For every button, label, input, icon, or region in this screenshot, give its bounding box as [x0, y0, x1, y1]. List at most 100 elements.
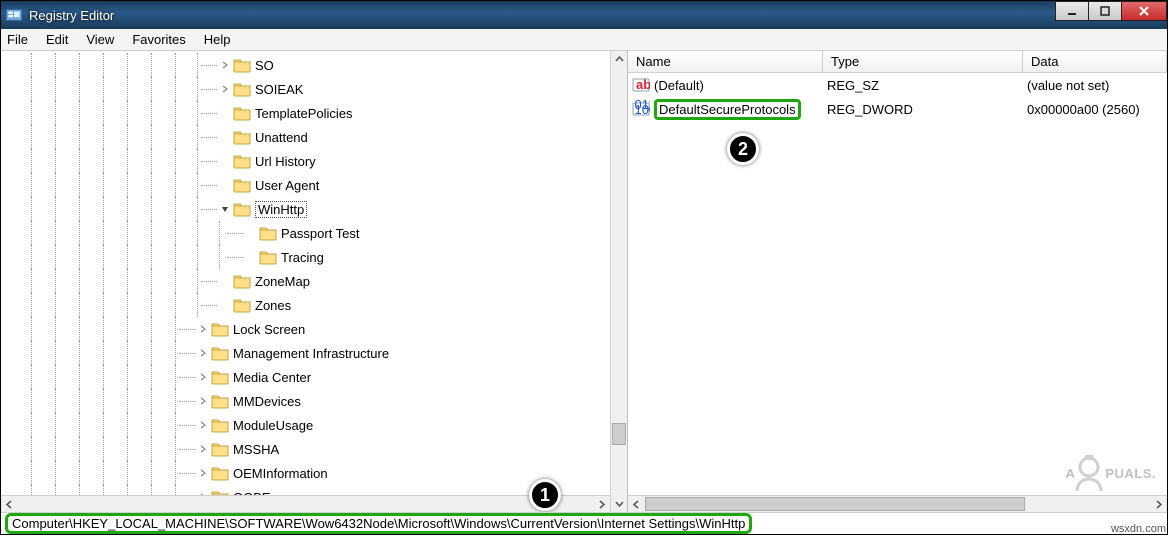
- tree-item-label: Media Center: [233, 370, 311, 385]
- expand-arrow-icon[interactable]: [197, 443, 209, 455]
- value-data: 0x00000a00 (2560): [1023, 102, 1167, 117]
- expand-arrow-icon[interactable]: [219, 155, 231, 167]
- tree-item-label: TemplatePolicies: [255, 106, 353, 121]
- tree-item-label: Zones: [255, 298, 291, 313]
- tree-item-label: MMDevices: [233, 394, 301, 409]
- column-name[interactable]: Name: [628, 51, 823, 72]
- scroll-right-button[interactable]: [593, 496, 610, 512]
- tree-item[interactable]: ModuleUsage: [1, 413, 627, 437]
- tree-item[interactable]: Zones: [1, 293, 627, 317]
- expand-arrow-icon[interactable]: [219, 299, 231, 311]
- minimize-button[interactable]: [1055, 1, 1089, 21]
- values-list[interactable]: ab(Default)REG_SZ(value not set)01101001…: [628, 73, 1167, 495]
- expand-arrow-icon[interactable]: [197, 323, 209, 335]
- tree-item-label: OEMInformation: [233, 466, 328, 481]
- tree-scrollbar-horizontal[interactable]: [1, 495, 610, 512]
- expand-arrow-icon[interactable]: [197, 467, 209, 479]
- value-row[interactable]: ab (Default) REG_SZ(value not set): [628, 73, 1167, 97]
- expand-arrow-icon[interactable]: [197, 371, 209, 383]
- watermark: A PUALS.: [1065, 451, 1156, 495]
- tree-item-label: Unattend: [255, 130, 308, 145]
- menu-favorites[interactable]: Favorites: [132, 32, 185, 47]
- tree-item[interactable]: User Agent: [1, 173, 627, 197]
- scroll-right-button[interactable]: [1150, 496, 1167, 512]
- value-row[interactable]: 01101001DefaultSecureProtocolsREG_DWORD0…: [628, 97, 1167, 121]
- tree-item[interactable]: MSSHA: [1, 437, 627, 461]
- tree-item-label: WinHttp: [255, 201, 307, 218]
- tree-pane: SO SOIEAK TemplatePolicies Unattend Url Hist…: [1, 51, 628, 512]
- tree-item-label: Url History: [255, 154, 316, 169]
- value-name: (Default): [654, 78, 704, 93]
- regedit-window: Registry Editor File Edit View Favorites…: [0, 0, 1168, 535]
- tree-item[interactable]: Lock Screen: [1, 317, 627, 341]
- app-icon: [5, 6, 23, 24]
- tree-item[interactable]: Url History: [1, 149, 627, 173]
- tree-item[interactable]: TemplatePolicies: [1, 101, 627, 125]
- svg-text:ab: ab: [636, 77, 650, 92]
- scroll-down-button[interactable]: [611, 495, 628, 512]
- tree-item-label: Passport Test: [281, 226, 360, 241]
- expand-arrow-icon[interactable]: [197, 395, 209, 407]
- tree-item-label: Management Infrastructure: [233, 346, 389, 361]
- expand-arrow-icon[interactable]: [219, 107, 231, 119]
- tree-scrollbar-vertical[interactable]: [610, 51, 627, 512]
- expand-arrow-icon[interactable]: [219, 131, 231, 143]
- expand-arrow-icon[interactable]: [197, 419, 209, 431]
- tree-item[interactable]: SOIEAK: [1, 77, 627, 101]
- address-path: Computer\HKEY_LOCAL_MACHINE\SOFTWARE\Wow…: [5, 513, 752, 534]
- value-data: (value not set): [1023, 78, 1167, 93]
- tree-item-label: SOIEAK: [255, 82, 303, 97]
- expand-arrow-icon[interactable]: [219, 83, 231, 95]
- registry-tree[interactable]: SO SOIEAK TemplatePolicies Unattend Url Hist…: [1, 51, 627, 495]
- scroll-up-button[interactable]: [611, 51, 628, 68]
- menu-file[interactable]: File: [7, 32, 28, 47]
- tree-item[interactable]: MMDevices: [1, 389, 627, 413]
- menu-help[interactable]: Help: [204, 32, 231, 47]
- menubar: File Edit View Favorites Help: [1, 29, 1167, 51]
- tree-item-label: ModuleUsage: [233, 418, 313, 433]
- titlebar[interactable]: Registry Editor: [1, 1, 1167, 29]
- expand-arrow-icon[interactable]: [245, 227, 257, 239]
- window-title: Registry Editor: [29, 8, 114, 23]
- annotation-badge-1: 1: [529, 479, 561, 511]
- tree-item-label: SO: [255, 58, 274, 73]
- tree-item[interactable]: Passport Test: [1, 221, 627, 245]
- value-name: DefaultSecureProtocols: [654, 99, 801, 120]
- tree-item-label: Lock Screen: [233, 322, 305, 337]
- tree-item[interactable]: Unattend: [1, 125, 627, 149]
- expand-arrow-icon[interactable]: [245, 251, 257, 263]
- scroll-left-button[interactable]: [628, 496, 645, 512]
- column-type[interactable]: Type: [823, 51, 1023, 72]
- value-type: REG_DWORD: [823, 102, 1023, 117]
- menu-view[interactable]: View: [86, 32, 114, 47]
- expand-arrow-icon[interactable]: [197, 347, 209, 359]
- expand-arrow-icon[interactable]: [219, 275, 231, 287]
- value-type: REG_SZ: [823, 78, 1023, 93]
- tree-item[interactable]: Tracing: [1, 245, 627, 269]
- tree-item[interactable]: Management Infrastructure: [1, 341, 627, 365]
- svg-text:1001: 1001: [635, 102, 651, 117]
- tree-item-label: MSSHA: [233, 442, 279, 457]
- scroll-thumb[interactable]: [612, 423, 626, 445]
- tree-item-label: Tracing: [281, 250, 324, 265]
- expand-arrow-icon[interactable]: [219, 203, 231, 215]
- tree-item[interactable]: Media Center: [1, 365, 627, 389]
- expand-arrow-icon[interactable]: [219, 59, 231, 71]
- scroll-thumb[interactable]: [645, 497, 1025, 511]
- values-pane: Name Type Data ab (Default) REG_SZ(value n…: [628, 51, 1167, 512]
- scroll-left-button[interactable]: [1, 496, 18, 512]
- values-header: Name Type Data: [628, 51, 1167, 73]
- tree-item[interactable]: WinHttp: [1, 197, 627, 221]
- tree-item[interactable]: ZoneMap: [1, 269, 627, 293]
- menu-edit[interactable]: Edit: [46, 32, 68, 47]
- statusbar: Computer\HKEY_LOCAL_MACHINE\SOFTWARE\Wow…: [1, 512, 1167, 534]
- tree-item[interactable]: SO: [1, 53, 627, 77]
- expand-arrow-icon[interactable]: [219, 179, 231, 191]
- close-button[interactable]: [1121, 1, 1167, 21]
- tree-item[interactable]: OEMInformation: [1, 461, 627, 485]
- workspace: SO SOIEAK TemplatePolicies Unattend Url Hist…: [1, 51, 1167, 512]
- column-data[interactable]: Data: [1023, 51, 1167, 72]
- maximize-button[interactable]: [1088, 1, 1122, 21]
- values-scrollbar-horizontal[interactable]: [628, 495, 1167, 512]
- tree-item-label: User Agent: [255, 178, 319, 193]
